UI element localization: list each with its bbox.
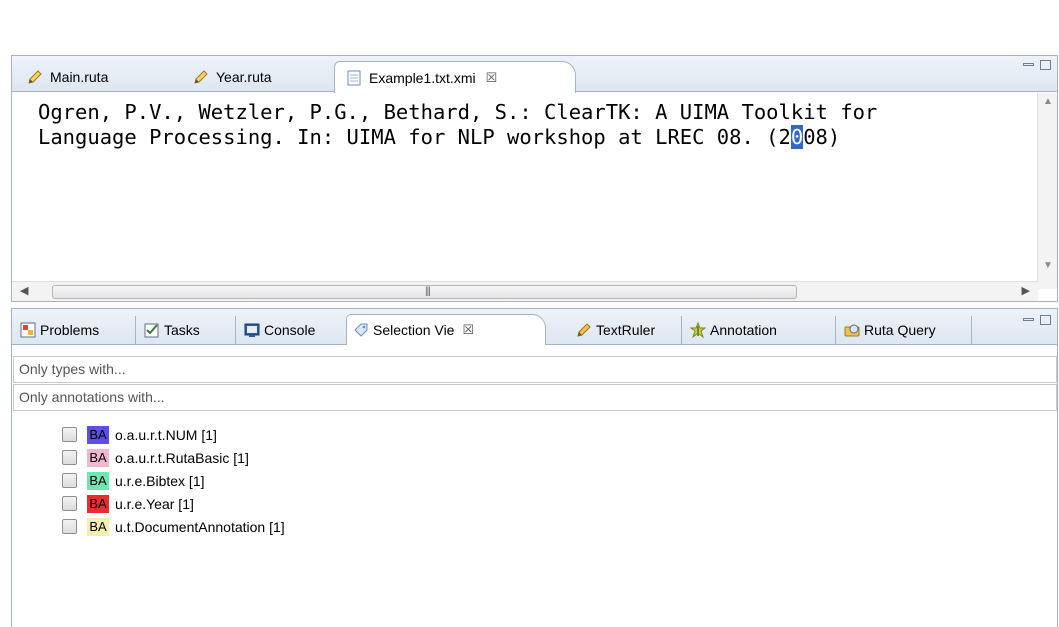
annotation-label[interactable]: u.r.e.Year [1] xyxy=(115,496,194,512)
scroll-left-icon[interactable]: ◀ xyxy=(20,284,28,297)
tree-item: BA u.t.DocumentAnnotation [1] xyxy=(62,515,285,538)
tab-label: TextRuler xyxy=(596,322,656,338)
tree-item: BA o.a.u.r.t.RutaBasic [1] xyxy=(62,446,285,469)
pencil-icon xyxy=(194,69,208,84)
tab-label: Ruta Query xyxy=(864,322,936,338)
scrollbar-thumb[interactable]: ||| xyxy=(52,285,797,299)
annotation-color-badge: BA xyxy=(87,494,109,513)
filter-annotations-input[interactable]: Only annotations with... xyxy=(13,384,1057,411)
close-icon[interactable]: ☒ xyxy=(486,70,498,86)
pencil-icon xyxy=(577,323,591,337)
query-icon xyxy=(844,324,860,337)
minimize-icon[interactable] xyxy=(1023,318,1034,321)
checkbox[interactable] xyxy=(62,473,77,488)
annotation-label[interactable]: u.r.e.Bibtex [1] xyxy=(115,473,205,489)
maximize-icon[interactable] xyxy=(1040,315,1051,325)
tab-main-ruta[interactable]: Main.ruta xyxy=(16,61,174,92)
annotation-color-badge: BA xyxy=(87,517,109,536)
tab-label: Main.ruta xyxy=(50,68,109,85)
horizontal-scrollbar[interactable]: ◀ ||| ▶ xyxy=(12,281,1038,301)
selection-icon xyxy=(354,323,368,337)
annotation-label[interactable]: o.a.u.r.t.RutaBasic [1] xyxy=(115,450,249,466)
annotation-tree: BA o.a.u.r.t.NUM [1] BA o.a.u.r.t.RutaBa… xyxy=(62,423,285,538)
editor-pane: Main.ruta Year.ruta Example1.txt.xmi ☒ O… xyxy=(11,55,1058,302)
tab-label: Example1.txt.xmi xyxy=(369,69,476,86)
tab-label: Problems xyxy=(40,322,100,338)
views-tabbar: Problems Tasks Console Selection Vie ☒ T… xyxy=(12,309,1057,345)
tree-item: BA u.r.e.Bibtex [1] xyxy=(62,469,285,492)
annotation-color-badge: BA xyxy=(87,471,109,490)
scroll-right-icon[interactable]: ▶ xyxy=(1022,284,1030,297)
tree-item: BA o.a.u.r.t.NUM [1] xyxy=(62,423,285,446)
tasks-icon xyxy=(144,323,159,338)
tab-tasks[interactable]: Tasks xyxy=(140,316,236,344)
text-line-1: Ogren, P.V., Wetzler, P.G., Bethard, S.:… xyxy=(38,100,878,124)
tab-label: Year.ruta xyxy=(216,68,272,85)
editor-window-controls xyxy=(1023,60,1051,70)
text-line-2-after: 08) xyxy=(803,125,841,149)
problems-icon xyxy=(20,322,36,338)
checkbox[interactable] xyxy=(62,450,77,465)
tab-label: Tasks xyxy=(164,322,200,338)
checkbox[interactable] xyxy=(62,427,77,442)
close-icon[interactable]: ☒ xyxy=(462,322,474,338)
selected-text[interactable]: 0 xyxy=(790,125,804,149)
maximize-icon[interactable] xyxy=(1040,60,1051,70)
vertical-scrollbar[interactable]: ▲ ▼ xyxy=(1037,93,1057,289)
annotation-color-badge: BA xyxy=(87,448,109,467)
tab-selection-view[interactable]: Selection Vie ☒ xyxy=(346,314,546,345)
views-pane: Problems Tasks Console Selection Vie ☒ T… xyxy=(11,308,1058,627)
checkbox[interactable] xyxy=(62,519,77,534)
annotation-icon xyxy=(690,322,706,338)
tab-ruta-query[interactable]: Ruta Query xyxy=(840,316,972,344)
tab-console[interactable]: Console xyxy=(240,316,352,344)
tab-label: Console xyxy=(264,322,316,338)
editor-tabbar: Main.ruta Year.ruta Example1.txt.xmi ☒ xyxy=(12,56,1057,93)
filter-types-input[interactable]: Only types with... xyxy=(13,356,1057,383)
minimize-icon[interactable] xyxy=(1023,63,1034,66)
tab-label: Selection Vie xyxy=(373,322,455,338)
annotation-label[interactable]: o.a.u.r.t.NUM [1] xyxy=(115,427,217,443)
views-window-controls xyxy=(1023,315,1051,325)
scroll-up-icon[interactable]: ▲ xyxy=(1043,96,1053,107)
grip-icon: ||| xyxy=(425,286,431,297)
document-icon xyxy=(347,70,361,85)
tab-example1-xmi[interactable]: Example1.txt.xmi ☒ xyxy=(334,61,576,93)
tab-textruler[interactable]: TextRuler xyxy=(572,316,682,344)
checkbox[interactable] xyxy=(62,496,77,511)
console-icon xyxy=(244,323,260,337)
pencil-icon xyxy=(28,69,42,84)
tab-annotation[interactable]: Annotation xyxy=(686,316,836,344)
tab-problems[interactable]: Problems xyxy=(16,316,136,344)
annotation-label[interactable]: u.t.DocumentAnnotation [1] xyxy=(115,519,285,535)
tree-item: BA u.r.e.Year [1] xyxy=(62,492,285,515)
tab-label: Annotation xyxy=(710,322,777,338)
document-text[interactable]: Ogren, P.V., Wetzler, P.G., Bethard, S.:… xyxy=(12,93,1038,289)
text-line-2-before: Language Processing. In: UIMA for NLP wo… xyxy=(38,125,791,149)
annotation-color-badge: BA xyxy=(87,425,109,444)
scroll-down-icon[interactable]: ▼ xyxy=(1043,260,1053,271)
tab-year-ruta[interactable]: Year.ruta xyxy=(182,61,342,92)
